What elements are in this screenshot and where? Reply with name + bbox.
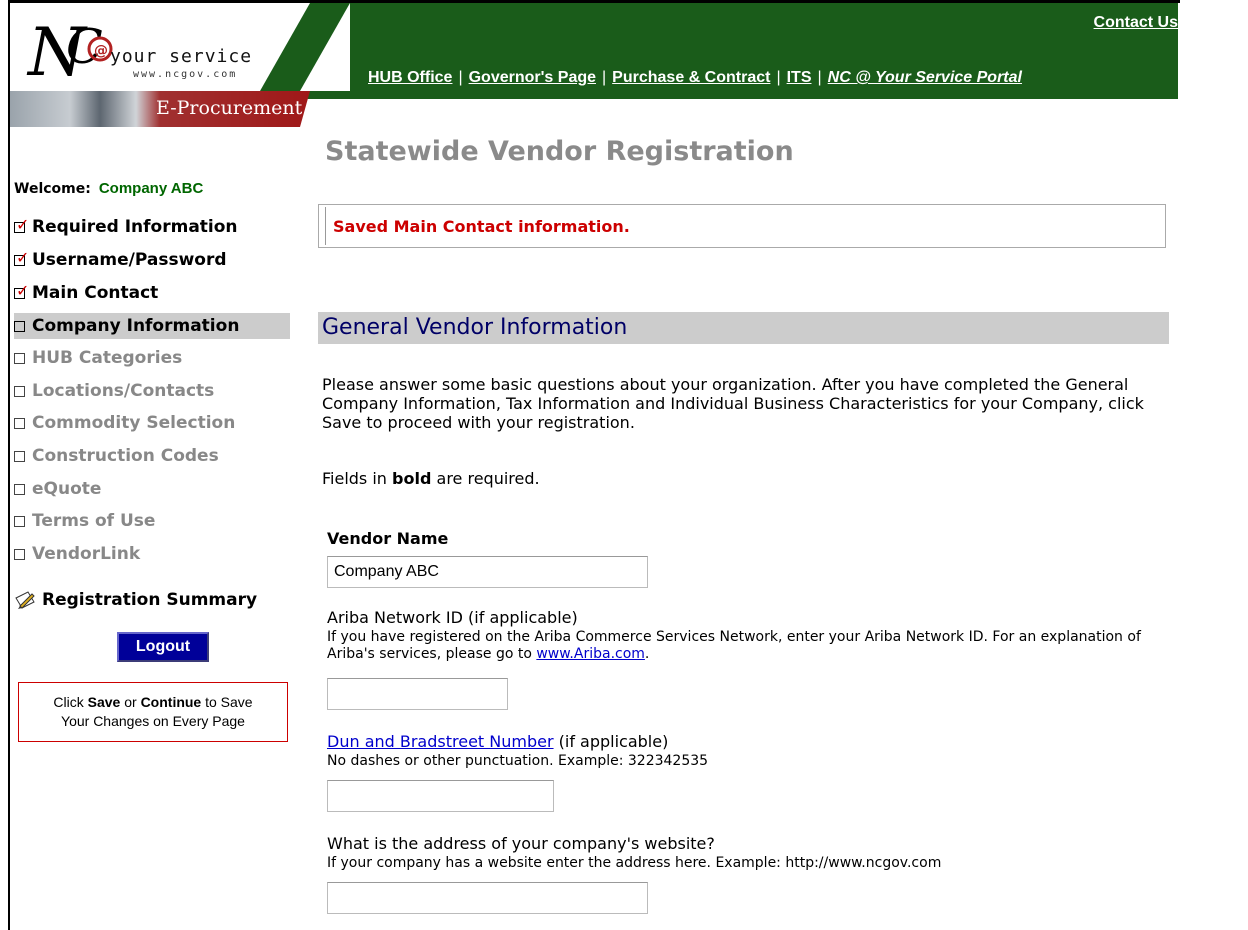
step-label: Locations/Contacts bbox=[32, 381, 215, 401]
summary-label: Registration Summary bbox=[42, 590, 258, 610]
unchecked-box-icon bbox=[14, 450, 25, 462]
step-main-contact[interactable]: ✓ Main Contact bbox=[14, 280, 290, 306]
logo-url: www.ncgov.com bbox=[133, 69, 238, 80]
step-label: Company Information bbox=[32, 316, 240, 336]
website-input[interactable] bbox=[327, 882, 648, 914]
nav-its[interactable]: ITS bbox=[787, 69, 812, 86]
step-label: Username/Password bbox=[32, 250, 227, 270]
section-header: General Vendor Information bbox=[318, 312, 1169, 344]
nc-logo[interactable]: N C @ your service www.ncgov.com bbox=[10, 3, 350, 91]
nav-separator: | bbox=[817, 69, 822, 86]
nav-separator: | bbox=[602, 69, 607, 86]
duns-input[interactable] bbox=[327, 780, 554, 812]
ariba-link[interactable]: www.Ariba.com bbox=[536, 646, 645, 662]
step-label: eQuote bbox=[32, 479, 102, 499]
welcome-company-name: Company ABC bbox=[98, 180, 204, 197]
step-label: Construction Codes bbox=[32, 446, 219, 466]
required-note-bold: bold bbox=[392, 469, 432, 488]
step-hub-categories[interactable]: HUB Categories bbox=[14, 345, 290, 371]
notice-text: Click bbox=[53, 694, 88, 710]
step-label: Required Information bbox=[32, 217, 238, 237]
step-equote[interactable]: eQuote bbox=[14, 476, 290, 502]
duns-label: Dun and Bradstreet Number (if applicable… bbox=[327, 732, 668, 751]
welcome-label: Welcome: bbox=[14, 181, 91, 197]
step-commodity-selection[interactable]: Commodity Selection bbox=[14, 410, 290, 436]
step-label: Terms of Use bbox=[32, 511, 156, 531]
step-label: Main Contact bbox=[32, 283, 159, 303]
notice-text: to Save bbox=[201, 694, 253, 710]
page-title: Statewide Vendor Registration bbox=[325, 136, 794, 167]
top-navigation: HUB Office | Governor's Page | Purchase & Co… bbox=[368, 69, 1022, 87]
svg-text:@: @ bbox=[94, 43, 108, 59]
frame-border-left bbox=[8, 0, 10, 930]
unchecked-box-icon bbox=[14, 352, 25, 364]
unchecked-box-icon bbox=[14, 320, 25, 332]
duns-label-text: (if applicable) bbox=[553, 732, 669, 751]
required-note: Fields in bold are required. bbox=[322, 469, 540, 488]
nav-portal[interactable]: NC @ Your Service Portal bbox=[828, 69, 1022, 86]
ariba-help-text: If you have registered on the Ariba Comm… bbox=[327, 629, 1141, 662]
vendor-name-input[interactable] bbox=[327, 556, 648, 588]
unchecked-box-icon bbox=[14, 483, 25, 495]
checked-box-icon: ✓ bbox=[14, 280, 30, 300]
step-locations-contacts[interactable]: Locations/Contacts bbox=[14, 378, 290, 404]
logo-text: your service bbox=[110, 46, 253, 67]
section-title: General Vendor Information bbox=[322, 315, 628, 340]
duns-help: No dashes or other punctuation. Example:… bbox=[327, 753, 709, 769]
checked-box-icon: ✓ bbox=[14, 247, 30, 267]
duns-link[interactable]: Dun and Bradstreet Number bbox=[327, 732, 554, 751]
nav-separator: | bbox=[776, 69, 781, 86]
status-message-box: Saved Main Contact information. bbox=[318, 204, 1166, 248]
ariba-help-end: . bbox=[644, 646, 650, 662]
logout-button[interactable]: Logout bbox=[117, 632, 209, 662]
unchecked-box-icon bbox=[14, 548, 25, 560]
nav-purchase-contract[interactable]: Purchase & Contract bbox=[612, 69, 770, 86]
step-terms-of-use[interactable]: Terms of Use bbox=[14, 508, 290, 534]
step-label: Commodity Selection bbox=[32, 413, 236, 433]
notice-text: or bbox=[120, 694, 141, 710]
ariba-id-help: If you have registered on the Ariba Comm… bbox=[327, 629, 1167, 663]
step-construction-codes[interactable]: Construction Codes bbox=[14, 443, 290, 469]
vendor-name-label: Vendor Name bbox=[327, 529, 449, 548]
unchecked-box-icon bbox=[14, 385, 25, 397]
pencil-paper-icon bbox=[15, 591, 35, 609]
notice-text: Your Changes on Every Page bbox=[61, 713, 245, 729]
save-reminder-notice: Click Save or Continue to Save Your Chan… bbox=[18, 682, 288, 742]
ariba-id-input[interactable] bbox=[327, 678, 508, 710]
website-label: What is the address of your company's we… bbox=[327, 834, 715, 853]
unchecked-box-icon bbox=[14, 515, 25, 527]
step-label: VendorLink bbox=[32, 544, 141, 564]
notice-continue: Continue bbox=[140, 694, 202, 710]
unchecked-box-icon bbox=[14, 417, 25, 429]
notice-save: Save bbox=[87, 694, 121, 710]
nav-hub-office[interactable]: HUB Office bbox=[368, 69, 452, 86]
step-company-information[interactable]: Company Information bbox=[14, 313, 290, 339]
intro-text: Please answer some basic questions about… bbox=[322, 375, 1144, 432]
welcome-message: Welcome: Company ABC bbox=[14, 180, 203, 197]
nav-governors-page[interactable]: Governor's Page bbox=[469, 69, 596, 86]
registration-summary-link[interactable]: Registration Summary bbox=[14, 590, 257, 610]
contact-us-link[interactable]: Contact Us bbox=[1094, 14, 1178, 32]
step-username-password[interactable]: ✓ Username/Password bbox=[14, 247, 290, 273]
required-note-text: Fields in bbox=[322, 469, 393, 488]
step-label: HUB Categories bbox=[32, 348, 183, 368]
required-note-text: are required. bbox=[431, 469, 540, 488]
checked-box-icon: ✓ bbox=[14, 214, 30, 234]
website-help: If your company has a website enter the … bbox=[327, 855, 942, 871]
step-vendorlink[interactable]: VendorLink bbox=[14, 541, 290, 567]
eprocurement-label: E-Procurement bbox=[156, 97, 303, 119]
step-required-information[interactable]: ✓ Required Information bbox=[14, 214, 290, 240]
ariba-id-label: Ariba Network ID (if applicable) bbox=[327, 608, 578, 627]
nav-separator: | bbox=[458, 69, 463, 86]
status-message: Saved Main Contact information. bbox=[333, 217, 630, 236]
